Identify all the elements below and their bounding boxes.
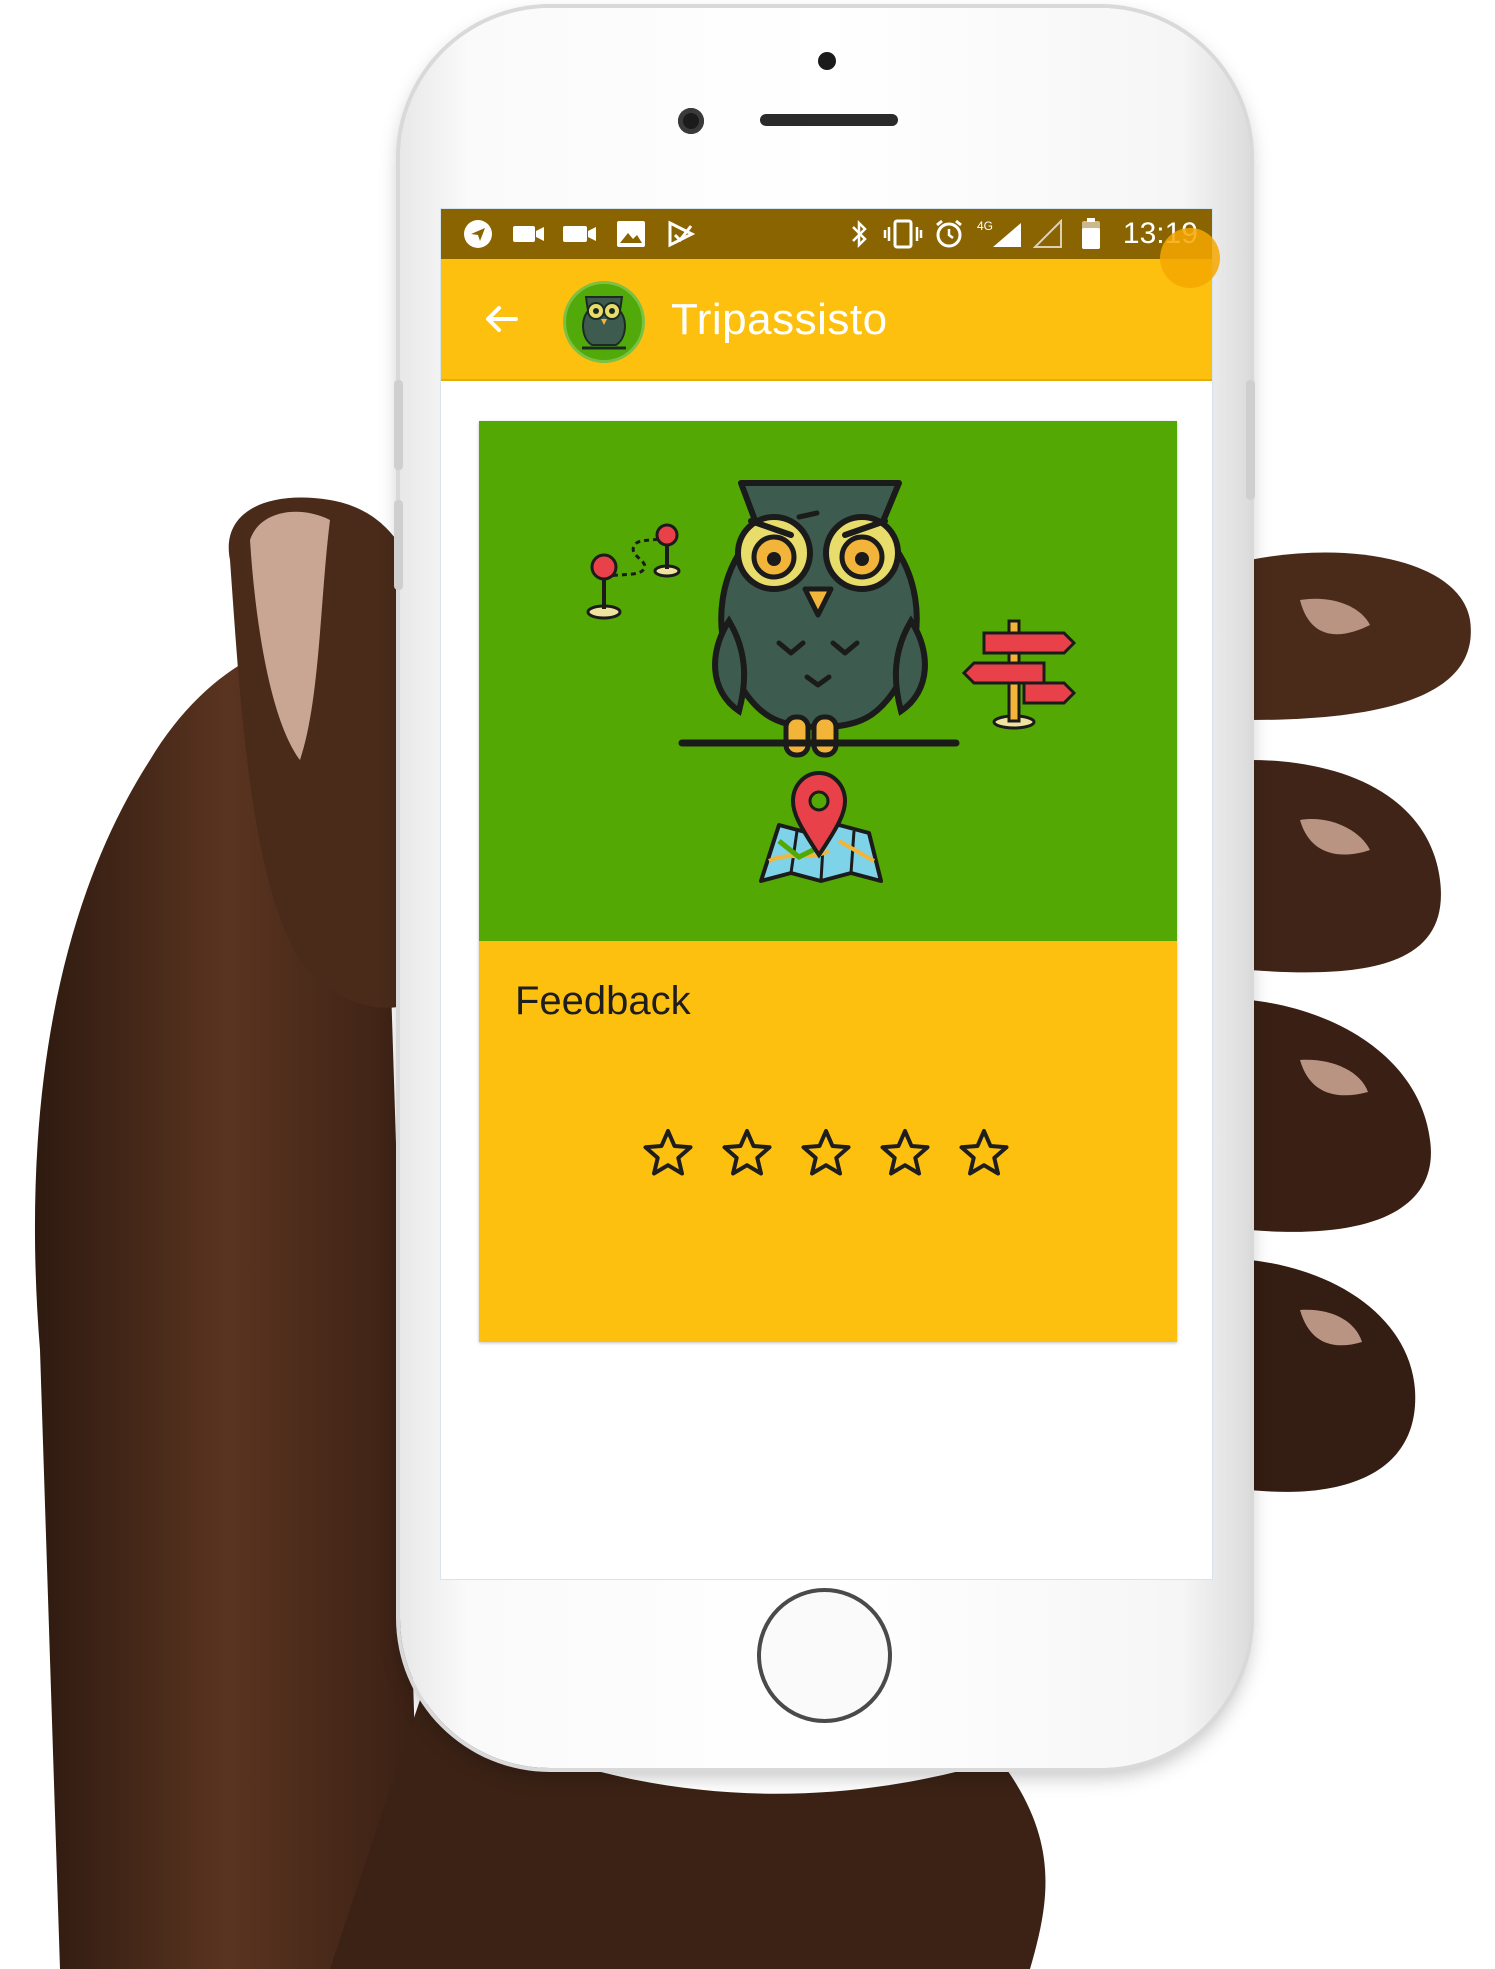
star-icon[interactable] (878, 1127, 932, 1181)
video-camera-icon (513, 221, 545, 247)
back-button[interactable] (481, 299, 521, 339)
star-icon[interactable] (720, 1127, 774, 1181)
card-content: Feedback (479, 941, 1177, 1342)
owl-icon (678, 480, 960, 758)
home-button[interactable] (757, 1588, 892, 1723)
network-type: 4G (977, 219, 993, 233)
alarm-icon (933, 219, 965, 248)
telegram-icon (463, 220, 493, 248)
bluetooth-icon (849, 219, 869, 249)
phone-speaker (760, 114, 898, 126)
app-title: Tripassisto (671, 295, 888, 344)
star-rating (641, 1127, 1011, 1181)
feedback-card: Feedback (479, 421, 1177, 1342)
app-screen: 4G 13:19 Tripassisto Feedback (440, 208, 1213, 1580)
phone-sensor (818, 52, 836, 70)
star-icon[interactable] (799, 1127, 853, 1181)
play-store-icon (667, 220, 695, 248)
vibrate-icon (883, 219, 923, 249)
route-pins-icon (586, 523, 681, 620)
signal-icon: 4G (977, 219, 1025, 247)
signal-empty-icon (1033, 219, 1063, 248)
phone-front-camera (678, 108, 704, 134)
floating-bubble[interactable] (1160, 228, 1220, 288)
battery-icon (1081, 218, 1101, 249)
image-icon (617, 221, 645, 247)
star-icon[interactable] (957, 1127, 1011, 1181)
status-bar: 4G 13:19 (441, 209, 1212, 259)
map-pin-icon (759, 770, 883, 883)
phone-volume-up-button (394, 380, 403, 470)
phone-volume-down-button (394, 500, 403, 590)
card-illustration (479, 421, 1177, 941)
arrow-back-icon (486, 306, 518, 332)
app-bar: Tripassisto (441, 259, 1212, 381)
owl-icon (582, 296, 626, 350)
signpost-icon (961, 619, 1077, 730)
star-icon[interactable] (641, 1127, 695, 1181)
phone-power-button (1246, 380, 1255, 500)
video-camera-icon (563, 221, 597, 247)
app-logo (563, 281, 645, 363)
card-title: Feedback (515, 979, 691, 1023)
